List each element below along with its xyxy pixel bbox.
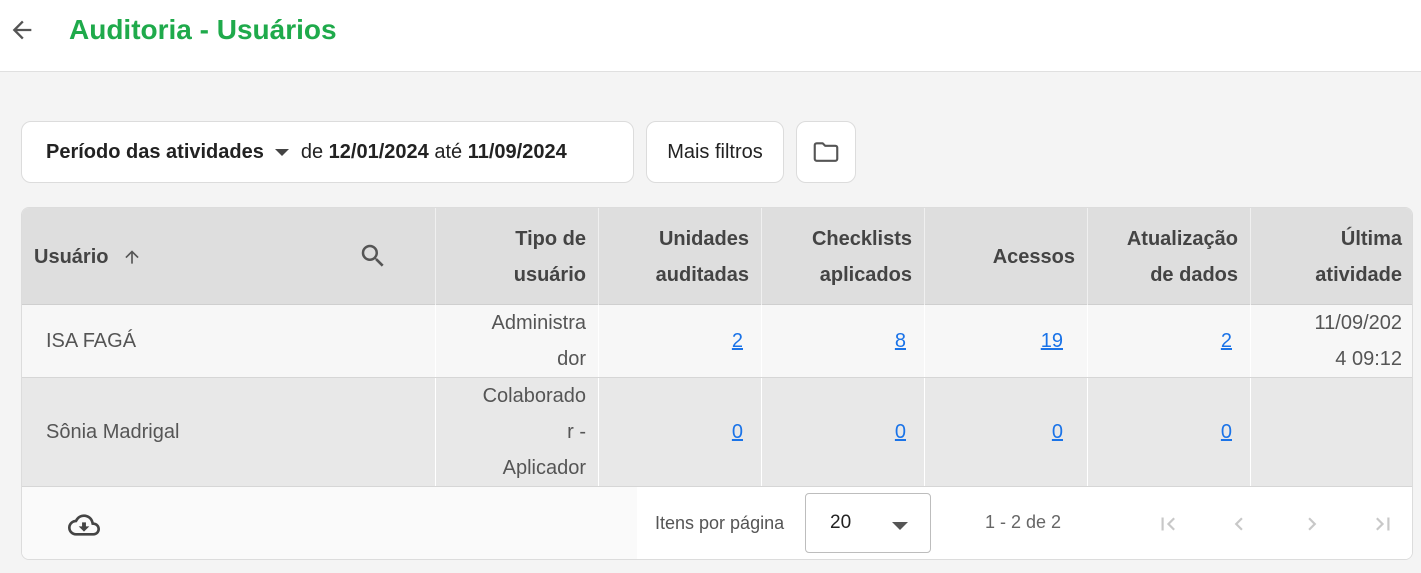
first-page-button[interactable] (1150, 506, 1186, 542)
previous-page-button[interactable] (1221, 506, 1257, 542)
cell-data-updates: 2 (1088, 305, 1251, 377)
table-footer: Itens por página 20 1 - 2 de 2 (22, 487, 1412, 559)
cell-last-activity (1251, 378, 1412, 486)
first-page-icon (1161, 517, 1175, 531)
data-updates-link[interactable]: 0 (1221, 414, 1238, 450)
to-date: 11/09/2024 (467, 140, 567, 163)
cell-user: Sônia Madrigal (22, 378, 436, 486)
search-icon[interactable] (358, 241, 388, 271)
audited-units-link[interactable]: 0 (732, 414, 749, 450)
page-title: Auditoria - Usuários (69, 14, 337, 45)
table-row: ISA FAGÁ Administra dor 2 8 19 2 11/09/2… (22, 305, 1412, 378)
column-header-accesses[interactable]: Acessos (925, 208, 1088, 305)
column-header-checklists[interactable]: Checklists aplicados (762, 208, 925, 305)
top-bar: Auditoria - Usuários (0, 0, 1421, 72)
cell-audited-units: 2 (599, 305, 762, 377)
accesses-link[interactable]: 19 (1041, 323, 1075, 359)
cell-checklists: 0 (762, 378, 925, 486)
cell-checklists: 8 (762, 305, 925, 377)
from-date: 12/01/2024 (328, 140, 429, 163)
table-row: Sônia Madrigal Colaborado r - Aplicador … (22, 378, 1412, 487)
chevron-right-icon (1308, 517, 1317, 531)
last-page-button[interactable] (1365, 506, 1401, 542)
folder-button[interactable] (796, 121, 856, 183)
back-arrow-icon[interactable] (8, 16, 36, 44)
items-per-page-value: 20 (830, 512, 852, 533)
pagination: Itens por página 20 1 - 2 de 2 (637, 487, 1412, 559)
period-filter[interactable]: Período das atividades de 12/01/2024 até… (21, 121, 634, 183)
last-page-icon (1376, 517, 1390, 531)
column-header-audited-units[interactable]: Unidades auditadas (599, 208, 762, 305)
column-header-user-type[interactable]: Tipo de usuário (436, 208, 599, 305)
pagination-range: 1 - 2 de 2 (985, 512, 1062, 532)
table-header: Usuário Tipo de usuário Unidades auditad… (22, 208, 1412, 305)
folder-icon (813, 142, 839, 162)
next-page-button[interactable] (1294, 506, 1330, 542)
more-filters-button[interactable]: Mais filtros (646, 121, 784, 183)
cell-data-updates: 0 (1088, 378, 1251, 486)
cell-audited-units: 0 (599, 378, 762, 486)
column-header-user[interactable]: Usuário (22, 208, 436, 305)
cell-last-activity: 11/09/202 4 09:12 (1314, 312, 1403, 370)
sort-arrow-up-icon[interactable] (122, 247, 142, 267)
cell-user-type: Administra dor (436, 305, 599, 377)
cell-accesses: 0 (925, 378, 1088, 486)
items-per-page-select[interactable]: 20 (805, 493, 931, 553)
chevron-down-icon[interactable] (274, 148, 289, 156)
cell-user-type: Colaborado r - Aplicador (436, 378, 599, 486)
from-prefix: de (300, 140, 324, 163)
audited-units-link[interactable]: 2 (732, 323, 749, 359)
cloud-download-icon[interactable] (64, 509, 104, 541)
checklists-link[interactable]: 0 (895, 414, 912, 450)
accesses-link[interactable]: 0 (1052, 414, 1075, 450)
users-table: Usuário Tipo de usuário Unidades auditad… (21, 207, 1413, 560)
cell-user: ISA FAGÁ (22, 305, 436, 377)
chevron-left-icon (1234, 517, 1243, 531)
to-prefix: até (434, 140, 463, 163)
column-header-last-activity[interactable]: Última atividade (1251, 208, 1412, 305)
cell-accesses: 19 (925, 305, 1088, 377)
checklists-link[interactable]: 8 (895, 323, 912, 359)
data-updates-link[interactable]: 2 (1221, 323, 1238, 359)
items-per-page-label: Itens por página (655, 513, 785, 533)
chevron-down-icon (892, 522, 908, 530)
column-header-data-updates[interactable]: Atualização de dados (1088, 208, 1251, 305)
period-label: Período das atividades (46, 140, 264, 163)
